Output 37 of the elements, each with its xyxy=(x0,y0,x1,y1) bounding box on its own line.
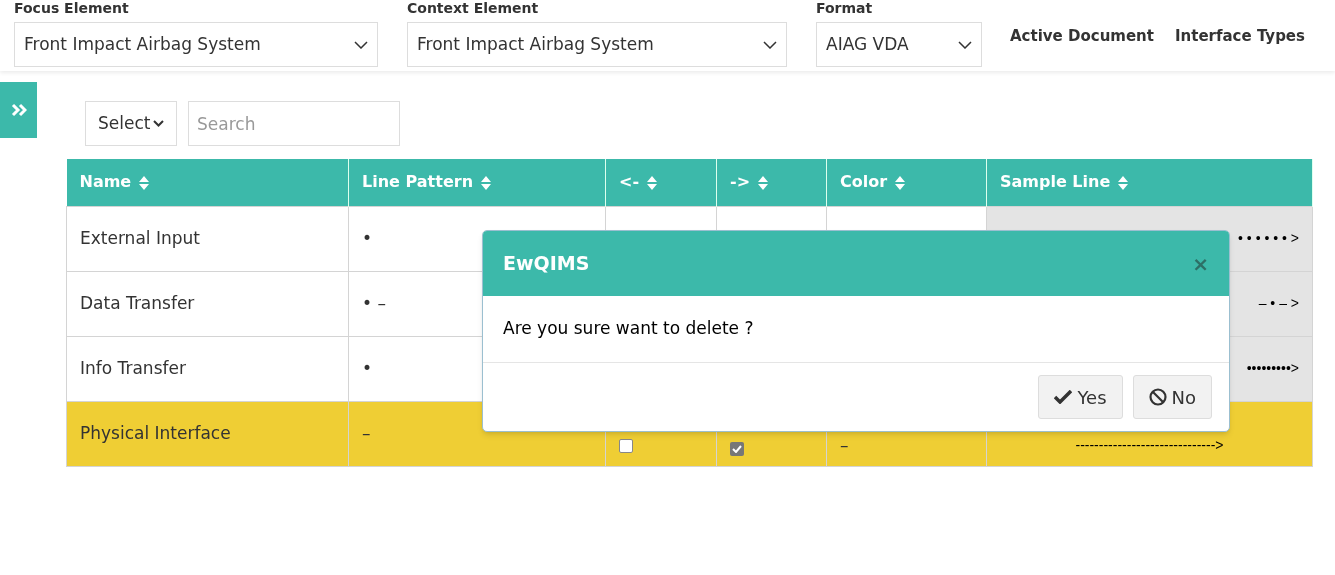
table-cell: Data Transfer xyxy=(66,271,349,336)
chevron-down-icon xyxy=(958,40,972,49)
nav-link[interactable]: Interface Types xyxy=(1174,25,1305,48)
chevron-down-icon xyxy=(354,40,368,49)
table-cell: – xyxy=(840,434,849,455)
chevron-down-icon xyxy=(153,120,164,127)
checkbox[interactable] xyxy=(619,438,633,453)
checkbox[interactable] xyxy=(730,441,744,456)
sort-icon xyxy=(895,175,906,190)
field-label: Focus Element xyxy=(14,0,130,18)
sort-icon xyxy=(647,175,658,190)
table-cell: Physical Interface xyxy=(66,401,349,466)
sort-icon xyxy=(139,175,150,190)
dropdown[interactable]: Front Impact Airbag System xyxy=(14,22,378,67)
search-field[interactable]: Search xyxy=(188,101,400,146)
sample-line: – • – > xyxy=(1258,295,1299,311)
sort-icon xyxy=(758,175,769,190)
check-icon xyxy=(1054,390,1073,404)
table-cell: Info Transfer xyxy=(66,336,349,401)
sample-line: •••••••••> xyxy=(1246,360,1299,376)
ban-icon xyxy=(1148,388,1167,406)
dropdown[interactable]: Front Impact Airbag System xyxy=(407,22,787,67)
sort-icon xyxy=(481,175,491,190)
field-label: Context Element xyxy=(407,0,540,18)
double-chevron-icon xyxy=(10,103,27,117)
dialog-button[interactable]: No xyxy=(1132,375,1212,419)
chevron-down-icon xyxy=(763,40,777,49)
dialog-button[interactable]: Yes xyxy=(1038,375,1123,419)
table-cell: External Input xyxy=(66,206,349,271)
field-label: Format xyxy=(816,0,874,18)
dropdown[interactable]: AIAG VDA xyxy=(816,22,982,67)
sidebar-toggle-button[interactable] xyxy=(0,82,37,138)
nav-link[interactable]: Active Document xyxy=(1010,25,1154,48)
sample-line: • • • • • • > xyxy=(1238,230,1299,246)
sample-line: ------------------------------> xyxy=(1075,436,1224,453)
page-size-dropdown[interactable]: Select xyxy=(85,101,177,146)
sort-icon xyxy=(1118,175,1129,190)
